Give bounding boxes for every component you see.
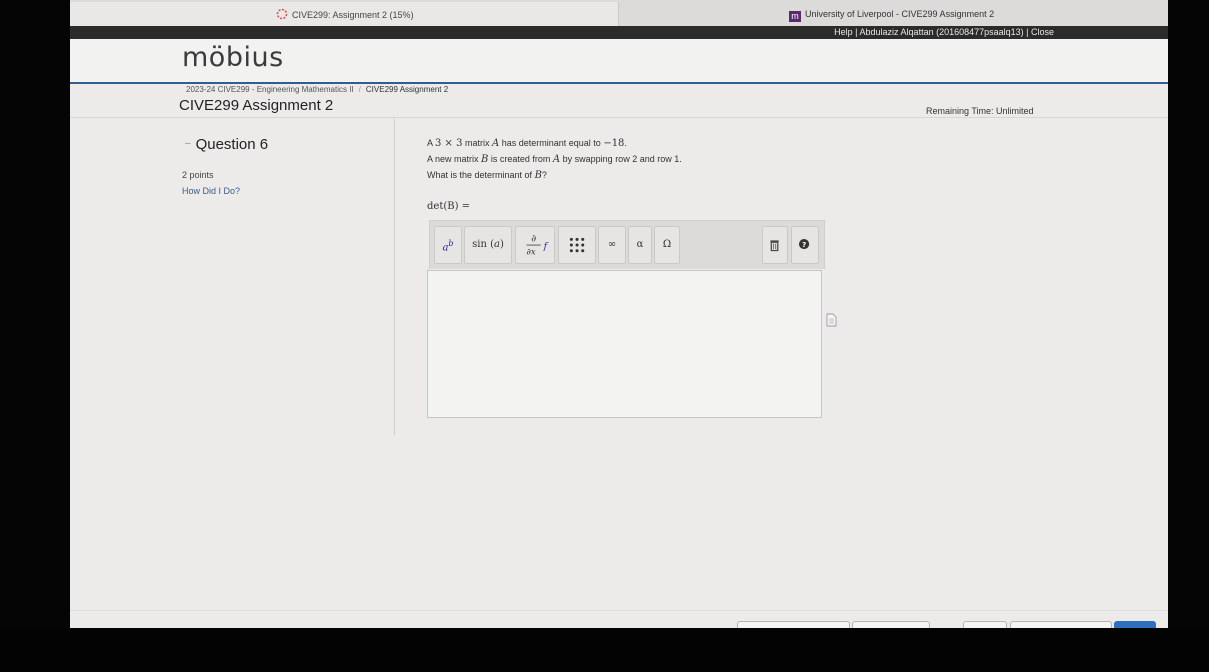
math-matrix-b: B xyxy=(534,170,542,181)
question-heading: – Question 6 xyxy=(185,136,268,153)
remaining-time: Remaining Time: Unlimited xyxy=(926,106,1034,116)
svg-text:f: f xyxy=(543,241,549,252)
answer-label: det(B) = xyxy=(427,201,471,212)
breadcrumb-current: CIVE299 Assignment 2 xyxy=(365,85,449,94)
svg-text:∂: ∂ xyxy=(531,233,536,244)
help-icon: ? xyxy=(798,238,810,250)
footer-button-2[interactable] xyxy=(852,621,930,628)
help-bar: Help | Abdulaziz Alqattan (201608477psaa… xyxy=(70,26,1168,39)
power-button[interactable]: ab xyxy=(434,226,462,264)
math-answer-input[interactable] xyxy=(427,270,822,418)
help-links[interactable]: Help | Abdulaziz Alqattan (201608477psaa… xyxy=(834,27,1054,37)
breadcrumb-separator: / xyxy=(358,85,361,94)
matrix-button[interactable] xyxy=(558,226,596,264)
math-editor-toolbar: ab sin (a) ∂ ∂x f ∞ α Ω ? xyxy=(429,220,825,269)
header-accent-line xyxy=(70,82,1168,84)
question-line-1: A 3 × 3 matrix A has determinant equal t… xyxy=(427,138,627,149)
delete-button[interactable] xyxy=(762,226,788,264)
title-divider xyxy=(70,117,1168,118)
breadcrumb-course-link[interactable]: 2023-24 CIVE299 - Engineering Mathematic… xyxy=(186,85,354,94)
text-fragment: matrix xyxy=(462,138,492,148)
screen-bezel-bottom xyxy=(0,628,1209,672)
loading-spinner-icon xyxy=(276,8,288,20)
screen-bezel-right xyxy=(1168,0,1209,672)
browser-tab-other[interactable]: m University of Liverpool - CIVE299 Assig… xyxy=(789,9,994,22)
browser-tab-active[interactable]: CIVE299: Assignment 2 (15%) xyxy=(70,2,619,26)
footer-primary-button[interactable] xyxy=(1114,621,1156,628)
tab-title-other: University of Liverpool - CIVE299 Assign… xyxy=(805,9,995,19)
text-fragment: is created from xyxy=(488,154,553,164)
sin-label: sin (a) xyxy=(472,239,504,250)
document-icon[interactable] xyxy=(826,313,837,327)
text-fragment: by swapping row 2 and row 1. xyxy=(560,154,682,164)
question-line-3: What is the determinant of B? xyxy=(427,170,547,181)
sin-button[interactable]: sin (a) xyxy=(464,226,512,264)
footer-button-4[interactable] xyxy=(1010,621,1112,628)
svg-text:∂x: ∂x xyxy=(527,248,536,258)
browser-window: CIVE299: Assignment 2 (15%) m University … xyxy=(70,0,1168,628)
svg-text:?: ? xyxy=(802,240,806,249)
math-dimension: 3 × 3 xyxy=(435,138,463,149)
partial-derivative-icon: ∂ ∂x f xyxy=(527,233,549,258)
footer-divider xyxy=(70,610,1168,611)
derivative-button[interactable]: ∂ ∂x f xyxy=(515,226,555,264)
infinity-button[interactable]: ∞ xyxy=(598,226,626,264)
question-line-2: A new matrix B is created from A by swap… xyxy=(427,154,682,165)
power-icon: ab xyxy=(442,239,454,254)
math-determinant-value: −18 xyxy=(603,138,625,149)
matrix-grid-icon xyxy=(569,237,585,253)
footer-button-1[interactable] xyxy=(737,621,850,628)
site-header: möbius xyxy=(70,39,1168,82)
mobius-logo: möbius xyxy=(182,42,284,73)
page-title: CIVE299 Assignment 2 xyxy=(179,97,334,114)
question-points: 2 points xyxy=(182,170,214,180)
omega-symbols-button[interactable]: Ω xyxy=(654,226,680,264)
greek-alpha-button[interactable]: α xyxy=(628,226,652,264)
footer-button-3[interactable] xyxy=(963,621,1007,628)
text-fragment: What is the determinant of xyxy=(427,170,535,180)
text-fragment: A xyxy=(427,138,436,148)
question-title: Question 6 xyxy=(195,136,269,153)
infinity-icon: ∞ xyxy=(607,239,617,250)
screen-bezel-left xyxy=(0,0,70,672)
omega-icon: Ω xyxy=(662,239,672,250)
help-button[interactable]: ? xyxy=(791,226,819,264)
collapse-dash-icon: – xyxy=(185,138,191,149)
text-fragment: ? xyxy=(541,170,547,180)
text-fragment: A new matrix xyxy=(427,154,482,164)
text-fragment: . xyxy=(624,138,627,148)
how-did-i-do-link[interactable]: How Did I Do? xyxy=(182,186,240,196)
breadcrumb: 2023-24 CIVE299 - Engineering Mathematic… xyxy=(186,85,448,94)
alpha-icon: α xyxy=(636,239,644,250)
trash-icon xyxy=(770,240,779,252)
university-logo-icon: m xyxy=(789,11,801,22)
browser-tab-bar: CIVE299: Assignment 2 (15%) m University … xyxy=(70,0,1168,26)
text-fragment: has determinant equal to xyxy=(499,138,604,148)
panel-divider xyxy=(394,119,395,435)
tab-title: CIVE299: Assignment 2 (15%) xyxy=(292,10,414,20)
